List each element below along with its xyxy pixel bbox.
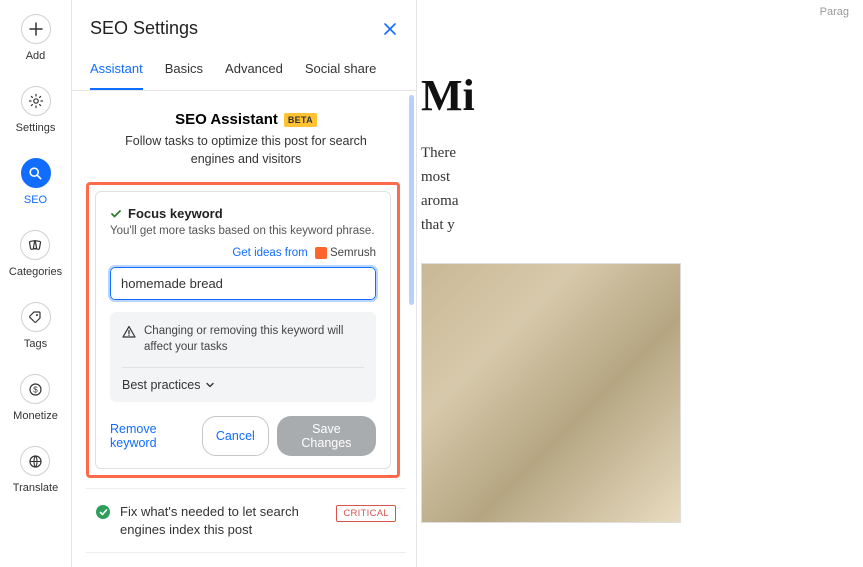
save-changes-button[interactable]: Save Changes: [277, 416, 376, 456]
rail-label: Tags: [24, 338, 47, 350]
status-ok-icon: [96, 505, 110, 519]
panel-title: SEO Settings: [90, 18, 198, 39]
editor-content: Parag Mi There most aroma that y: [417, 0, 863, 567]
left-nav-rail: Add Settings SEO Categories Tags $ Monet…: [0, 0, 72, 567]
check-icon: [110, 208, 122, 220]
assistant-subtitle: Follow tasks to optimize this post for s…: [106, 133, 386, 168]
rail-label: Settings: [16, 122, 56, 134]
rail-item-seo[interactable]: SEO: [21, 158, 51, 206]
post-image[interactable]: [421, 263, 681, 523]
task-row[interactable]: Fix what's needed to let search engines …: [86, 488, 406, 552]
priority-badge: CRITICAL: [336, 505, 396, 522]
rail-label: Add: [26, 50, 46, 62]
rail-label: Translate: [13, 482, 58, 494]
task-row[interactable]: ! Add focus keyword to title tag HIGH: [86, 552, 406, 567]
focus-keyword-input[interactable]: [110, 267, 376, 300]
tabs: Assistant Basics Advanced Social share: [72, 39, 416, 91]
focus-keyword-card: Focus keyword You'll get more tasks base…: [95, 191, 391, 469]
rail-label: SEO: [24, 194, 47, 206]
get-ideas-link[interactable]: Get ideas from Semrush: [232, 247, 376, 259]
post-body[interactable]: There most aroma that y: [421, 141, 863, 237]
warning-icon: [122, 325, 136, 355]
task-text: Fix what's needed to let search engines …: [120, 503, 326, 538]
plus-icon: [21, 14, 51, 44]
cancel-button[interactable]: Cancel: [202, 416, 269, 456]
rail-item-tags[interactable]: Tags: [21, 302, 51, 350]
gear-icon: [21, 86, 51, 116]
tab-basics[interactable]: Basics: [165, 61, 203, 90]
focus-keyword-highlight: Focus keyword You'll get more tasks base…: [86, 182, 400, 478]
best-practices-toggle[interactable]: Best practices: [122, 378, 364, 392]
tab-assistant[interactable]: Assistant: [90, 61, 143, 90]
rail-item-categories[interactable]: Categories: [9, 230, 62, 278]
scrollbar[interactable]: [409, 95, 414, 305]
rail-label: Categories: [9, 266, 62, 278]
close-icon: [382, 21, 398, 37]
focus-keyword-subtitle: You'll get more tasks based on this keyw…: [110, 225, 376, 237]
toolbar-paragraph-hint[interactable]: Parag: [820, 6, 849, 18]
seo-panel: SEO Settings Assistant Basics Advanced S…: [72, 0, 417, 567]
post-title[interactable]: Mi: [421, 70, 863, 121]
remove-keyword-link[interactable]: Remove keyword: [110, 422, 202, 450]
tag-icon: [21, 302, 51, 332]
rail-item-monetize[interactable]: $ Monetize: [13, 374, 58, 422]
semrush-icon: [315, 247, 327, 259]
rail-item-settings[interactable]: Settings: [16, 86, 56, 134]
keyword-warning-text: Changing or removing this keyword will a…: [144, 324, 364, 355]
close-button[interactable]: [382, 21, 398, 37]
tab-social-share[interactable]: Social share: [305, 61, 377, 90]
rail-item-translate[interactable]: Translate: [13, 446, 58, 494]
rail-label: Monetize: [13, 410, 58, 422]
tab-advanced[interactable]: Advanced: [225, 61, 283, 90]
svg-text:$: $: [33, 385, 38, 394]
focus-keyword-title: Focus keyword: [128, 206, 223, 221]
chevron-down-icon: [205, 380, 215, 390]
search-icon: [21, 158, 51, 188]
rail-item-add[interactable]: Add: [21, 14, 51, 62]
dollar-icon: $: [20, 374, 50, 404]
globe-icon: [20, 446, 50, 476]
cards-icon: [20, 230, 50, 260]
beta-badge: BETA: [284, 113, 317, 127]
assistant-title: SEO Assistant: [175, 111, 278, 128]
